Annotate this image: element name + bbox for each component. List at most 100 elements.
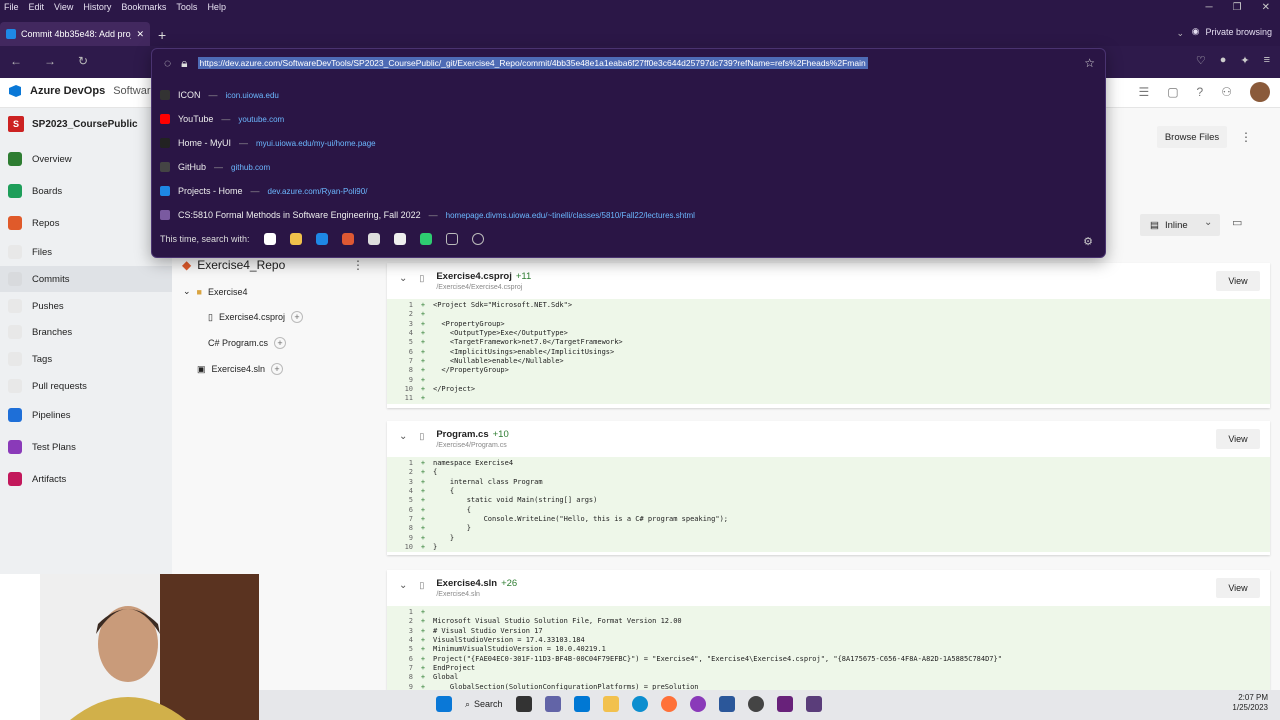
edge-icon[interactable] (631, 696, 648, 712)
url-suggestion[interactable]: YouTube — youtube.com (160, 107, 1090, 131)
collapse-chevron-icon[interactable]: ⌄ (399, 580, 407, 591)
task-view-icon[interactable] (515, 696, 532, 712)
forward-icon[interactable]: → (44, 54, 56, 68)
nav-repos[interactable]: Repos (0, 210, 172, 236)
tree-file-csproj[interactable]: ▯ Exercise4.csproj + (208, 311, 303, 323)
teams-icon[interactable] (544, 696, 561, 712)
tree-more-icon[interactable]: ⋮ (352, 258, 364, 272)
diff-file-title[interactable]: Program.cs +10 (436, 429, 508, 440)
diff-file-title[interactable]: Exercise4.csproj +11 (436, 271, 531, 282)
close-tab-icon[interactable]: ✕ (136, 29, 144, 40)
pocket-icon[interactable]: ♡ (1196, 54, 1206, 67)
user-settings-icon[interactable]: ⚇ (1221, 85, 1232, 99)
diff-header: ⌄ ▯ Exercise4.csproj +11/Exercise4/Exercise… (387, 263, 1270, 299)
menu-item[interactable]: View (54, 0, 73, 14)
code-text: { (433, 505, 471, 514)
nav-commits[interactable]: Commits (0, 266, 172, 292)
menu-item[interactable]: File (4, 0, 19, 14)
browse-files-button[interactable]: Browse Files (1157, 126, 1227, 148)
nav-pushes[interactable]: Pushes (0, 293, 172, 319)
duckduckgo-engine-icon[interactable] (341, 233, 354, 245)
nav-files[interactable]: Files (0, 239, 172, 265)
firefox-icon[interactable] (660, 696, 677, 712)
browser-tab[interactable]: Commit 4bb35e48: Add project ✕ (0, 22, 150, 46)
code-line: 8 + Global (387, 673, 1270, 682)
back-icon[interactable]: ← (10, 54, 22, 68)
menu-item[interactable]: Edit (29, 0, 45, 14)
outlook-icon[interactable] (573, 696, 590, 712)
url-text[interactable]: https://dev.azure.com/SoftwareDevTools/S… (197, 57, 868, 69)
more-actions-icon[interactable]: ⋮ (1240, 130, 1252, 144)
close-window-icon[interactable]: ✕ (1262, 2, 1270, 13)
view-file-button[interactable]: View (1216, 429, 1260, 449)
address-bar[interactable]: ◌ 🔒︎ https://dev.azure.com/SoftwareDevTo… (152, 49, 1107, 77)
new-tab-icon[interactable]: + (158, 27, 166, 43)
url-suggestion[interactable]: ICON — icon.uiowa.edu (160, 83, 1090, 107)
visual-studio-icon[interactable] (776, 696, 793, 712)
nav-pull-requests[interactable]: Pull requests (0, 373, 172, 399)
search-label: Search (474, 699, 503, 709)
app-icon[interactable] (805, 696, 822, 712)
view-file-button[interactable]: View (1216, 271, 1260, 291)
added-marker: + (420, 394, 426, 403)
help-icon[interactable]: ? (1197, 85, 1204, 99)
view-file-button[interactable]: View (1216, 578, 1260, 598)
recorder-icon[interactable] (747, 696, 764, 712)
marketplace-icon[interactable]: ▢ (1167, 85, 1178, 99)
bookmarks-engine-icon[interactable] (419, 233, 432, 245)
firefox-private-icon[interactable] (689, 696, 706, 712)
ebay-engine-icon[interactable] (367, 233, 380, 245)
url-suggestion[interactable]: Home - MyUI — myui.uiowa.edu/my-ui/home.pa… (160, 131, 1090, 155)
reload-icon[interactable]: ↻ (78, 54, 88, 68)
collapse-chevron-icon[interactable]: ⌄ (399, 273, 407, 284)
bookmark-star-icon[interactable]: ☆ (1084, 56, 1095, 70)
bing-engine-icon[interactable] (315, 233, 328, 245)
nav-branches[interactable]: Branches (0, 319, 172, 345)
separator: — (239, 138, 249, 148)
site-info-icon[interactable]: ◌ (164, 56, 171, 70)
history-engine-icon[interactable] (471, 233, 484, 245)
word-icon[interactable] (718, 696, 735, 712)
repo-header[interactable]: ◆ Exercise4_Repo (182, 258, 285, 272)
lock-icon[interactable]: 🔒︎ (181, 56, 187, 71)
url-suggestion[interactable]: CS:5810 Formal Methods in Software Engin… (160, 203, 1090, 227)
nav-test-plans[interactable]: Test Plans (0, 434, 172, 460)
restore-icon[interactable]: ❐ (1233, 2, 1242, 13)
search-settings-gear-icon[interactable]: ⚙ (1083, 235, 1093, 248)
project-header[interactable]: S SP2023_CoursePublic (8, 116, 138, 132)
nav-overview[interactable]: Overview (0, 146, 172, 172)
line-number: 7 (408, 664, 413, 673)
nav-artifacts[interactable]: Artifacts (0, 466, 172, 492)
menu-item[interactable]: History (83, 0, 111, 14)
tree-file-sln[interactable]: ▣ Exercise4.sln + (197, 363, 284, 375)
avatar[interactable] (1250, 82, 1270, 102)
url-suggestion[interactable]: GitHub — github.com (160, 155, 1090, 179)
taskbar-search[interactable]: ⌕ Search (465, 699, 503, 710)
diff-file-title[interactable]: Exercise4.sln +26 (436, 578, 517, 589)
extensions-icon[interactable]: ✦ (1240, 54, 1249, 67)
tabs-engine-icon[interactable] (445, 233, 458, 245)
wikipedia-engine-icon[interactable] (393, 233, 406, 245)
nav-tags[interactable]: Tags (0, 346, 172, 372)
amazon-engine-icon[interactable] (289, 233, 302, 245)
list-tabs-chevron-icon[interactable]: ⌄ (1176, 28, 1184, 39)
collapse-chevron-icon[interactable]: ⌄ (399, 431, 407, 442)
menu-item[interactable]: Tools (176, 0, 197, 14)
start-icon[interactable] (436, 696, 452, 712)
list-icon[interactable]: ☰ (1138, 85, 1149, 99)
tree-file-program[interactable]: C# Program.cs + (208, 337, 287, 349)
nav-boards[interactable]: Boards (0, 178, 172, 204)
menu-item[interactable]: Help (207, 0, 226, 14)
menu-item[interactable]: Bookmarks (121, 0, 166, 14)
url-suggestion[interactable]: Projects - Home — dev.azure.com/Ryan-Poli9… (160, 179, 1090, 203)
google-engine-icon[interactable] (263, 233, 276, 245)
tree-folder[interactable]: ⌄ ■ Exercise4 (183, 286, 248, 297)
account-icon[interactable]: ● (1220, 54, 1227, 67)
taskbar-clock[interactable]: 2:07 PM 1/25/2023 (1232, 693, 1268, 713)
file-explorer-icon[interactable] (602, 696, 619, 712)
comments-icon[interactable]: ▭ (1232, 216, 1242, 229)
nav-pipelines[interactable]: Pipelines (0, 402, 172, 428)
view-chevron-icon[interactable]: ⌄ (1204, 217, 1212, 228)
menu-icon[interactable]: ≡ (1264, 54, 1270, 67)
minimize-icon[interactable]: ─ (1206, 2, 1213, 13)
